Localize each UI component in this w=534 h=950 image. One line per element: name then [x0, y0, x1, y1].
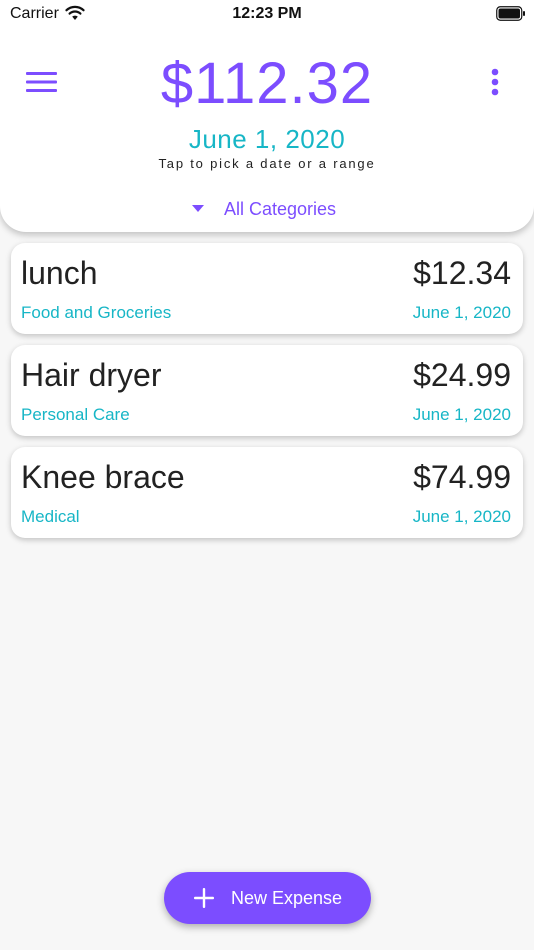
- total-amount: $112.32: [160, 51, 374, 116]
- expense-date: June 1, 2020: [412, 507, 511, 526]
- expense-date: June 1, 2020: [412, 405, 511, 424]
- expense-name: lunch: [21, 255, 98, 291]
- expense-amount: $24.99: [413, 357, 511, 393]
- expense-amount: $74.99: [413, 459, 511, 495]
- date-hint: Tap to pick a date or a range: [158, 156, 376, 171]
- clock-time: 12:23 PM: [232, 5, 302, 22]
- expense-card[interactable]: Hair dryer $24.99 Personal Care June 1, …: [11, 345, 523, 436]
- caret-down-icon: [192, 205, 204, 212]
- new-expense-button[interactable]: New Expense: [164, 872, 371, 924]
- expense-amount: $12.34: [413, 255, 511, 291]
- header-card: Carrier 12:23 PM $112.32 June 1, 2020 Ta…: [0, 0, 534, 232]
- category-filter-label: All Categories: [224, 198, 337, 219]
- expense-category: Food and Groceries: [21, 303, 172, 322]
- expense-category: Medical: [21, 507, 80, 526]
- expense-category: Personal Care: [21, 405, 130, 424]
- battery-icon: [496, 6, 525, 21]
- plus-icon: [194, 888, 214, 908]
- new-expense-label: New Expense: [231, 887, 343, 908]
- date-selector[interactable]: June 1, 2020: [0, 124, 534, 155]
- expense-date: June 1, 2020: [412, 303, 511, 322]
- category-filter-dropdown[interactable]: All Categories: [180, 196, 370, 222]
- expense-card[interactable]: lunch $12.34 Food and Groceries June 1, …: [11, 243, 523, 334]
- more-vert-icon[interactable]: [490, 68, 500, 96]
- expense-name: Knee brace: [21, 459, 185, 495]
- status-bar: Carrier 12:23 PM: [0, 0, 534, 28]
- expense-card[interactable]: Knee brace $74.99 Medical June 1, 2020: [11, 447, 523, 538]
- expense-name: Hair dryer: [21, 357, 162, 393]
